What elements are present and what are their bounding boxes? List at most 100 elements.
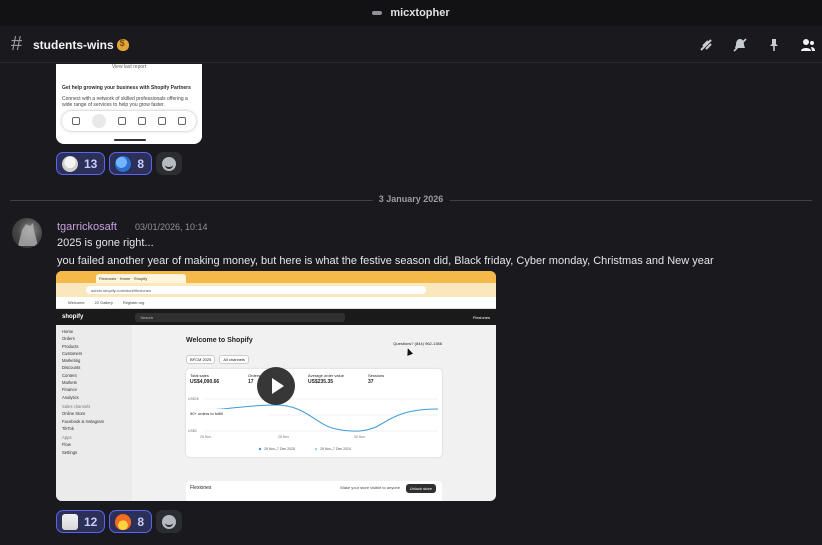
sidebar-item: Settings <box>62 449 78 455</box>
reaction-count: 13 <box>84 156 98 171</box>
x-tick: 30 Nov <box>354 435 365 439</box>
sidebar-item: Orders <box>62 336 75 342</box>
sidebar-item: Analytics <box>62 394 79 400</box>
x-tick: 28 Nov <box>278 435 289 439</box>
store-footer-card: Flexiones Make your store visible to any… <box>186 481 442 501</box>
unlock-store-button: Unlock store <box>405 484 436 493</box>
shopify-sidebar: Home Orders Products Customers Marketing… <box>56 325 132 501</box>
globe-icon <box>115 155 132 172</box>
shopify-topbar: shopify Search Flexiones <box>56 309 496 325</box>
orders-to-fulfill: 50+ orders to fulfill <box>186 409 268 419</box>
sidebar-item: Finance <box>62 387 77 393</box>
sidebar-item: Content <box>62 372 77 378</box>
filter-chip: All channels <box>219 355 249 364</box>
reaction-globe[interactable]: 8 <box>109 152 153 175</box>
mute-icon[interactable] <box>730 35 750 55</box>
sidebar-item: Discounts <box>62 365 81 371</box>
avatar[interactable] <box>12 218 42 248</box>
y-tick: US$0 <box>188 429 197 433</box>
threads-icon[interactable] <box>696 35 716 55</box>
channel-name: students-wins <box>33 37 114 52</box>
members-icon[interactable] <box>798 35 818 55</box>
add-reaction-button[interactable] <box>156 510 183 533</box>
reaction-count: 12 <box>84 514 98 529</box>
attachment-title: Get help growing your business with Shop… <box>62 85 191 91</box>
previous-attachment-image[interactable]: View last report Get help growing your b… <box>56 64 202 144</box>
message-text-line-2: you failed another year of making money,… <box>57 255 714 267</box>
shopify-logo: shopify <box>62 314 84 320</box>
metric-label: Average order value <box>308 373 344 378</box>
bookmark: Welcome <box>68 300 85 305</box>
sidebar-item: Customers <box>62 350 83 356</box>
reaction-skull[interactable]: 13 <box>56 152 106 175</box>
browser-tab: Flexiones · Home · Shopify <box>96 274 186 283</box>
add-reaction-icon <box>162 514 177 529</box>
inbox-icon <box>118 117 126 125</box>
browser-url-bar: admin.shopify.com/store/flexiones <box>56 283 496 297</box>
metric-label: Total sales <box>190 373 209 378</box>
home-icon <box>92 114 106 128</box>
metric-value: US$235.35 <box>308 379 334 385</box>
reaction-fire[interactable]: 8 <box>109 510 153 533</box>
sidebar-item: Online Store <box>62 411 86 417</box>
message-author[interactable]: tgarrickosaft <box>57 221 117 233</box>
shopify-search: Search <box>135 312 346 322</box>
browser-url: admin.shopify.com/store/flexiones <box>86 286 426 294</box>
channel-hash-icon: # <box>11 33 23 55</box>
sales-line-chart: US$2K US$1K US$0 26 Nov 28 Nov 30 Nov 26… <box>188 397 439 451</box>
sidebar-item: Flow <box>62 442 71 448</box>
message-timestamp: 03/01/2026, 10:14 <box>135 222 208 232</box>
shopify-store-name: Flexiones <box>472 314 490 320</box>
goat-icon <box>62 513 78 530</box>
bookmarks-bar: Welcome 22 Gallery Register.org <box>56 297 496 309</box>
sidebar-item: TikTok <box>62 425 74 431</box>
shopify-questions: Questions? (844) 962-1366 <box>393 341 442 346</box>
sidebar-item: Home <box>62 329 74 334</box>
legend-label: 26 Nov–7 Dec 2024 <box>320 447 351 451</box>
legend-marker <box>314 447 318 451</box>
message-reactions: 12 8 <box>56 510 183 533</box>
bookmark: 22 Gallery <box>94 300 113 305</box>
search-icon <box>72 117 80 125</box>
sidebar-item: Marketing <box>62 358 81 364</box>
channel-header: # students-wins <box>0 27 822 63</box>
date-divider: 3 January 2026 <box>10 194 812 204</box>
window-username: micxtopher <box>390 7 450 19</box>
channel-toolbar <box>696 35 818 55</box>
browser-tabs: Flexiones · Home · Shopify <box>56 271 496 283</box>
sidebar-item: Facebook & Instagram <box>62 418 105 424</box>
date-divider-label: 3 January 2026 <box>372 194 450 204</box>
message-text-line-1: 2025 is gone right... <box>57 237 154 249</box>
window-handle-icon <box>372 11 383 15</box>
legend-marker <box>258 447 262 451</box>
reaction-goat[interactable]: 12 <box>56 510 106 533</box>
shopify-filter-chips: BFCM 2025 All channels <box>186 355 249 364</box>
sidebar-header: Sales channels <box>62 403 91 409</box>
legend-label: 26 Nov–7 Dec 2025 <box>264 447 295 451</box>
home-indicator <box>114 139 146 141</box>
list-icon <box>158 117 166 125</box>
sidebar-item: Products <box>62 343 79 349</box>
add-reaction-icon <box>162 156 177 171</box>
filter-chip: BFCM 2025 <box>186 355 216 364</box>
bookmark: Register.org <box>122 300 145 305</box>
y-tick: US$2K <box>188 397 200 401</box>
pin-icon[interactable] <box>764 35 784 55</box>
window-titlebar: micxtopher <box>0 0 822 26</box>
fire-icon <box>115 513 132 530</box>
metric-value: US$4,090.66 <box>190 379 220 385</box>
store-footer-name: Flexiones <box>190 485 212 491</box>
metric-value: 17 <box>248 379 254 385</box>
add-reaction-button[interactable] <box>156 152 183 175</box>
sidebar-item: Markets <box>62 380 77 386</box>
video-play-button[interactable] <box>257 367 295 405</box>
previous-reactions: 13 8 <box>56 152 183 175</box>
reaction-count: 8 <box>137 514 145 529</box>
skull-icon <box>62 155 78 172</box>
metric-value: 37 <box>368 379 374 385</box>
attachment-bottom-nav <box>62 111 196 131</box>
attachment-body: Connect with a network of skilled profes… <box>62 96 188 108</box>
attachment-top-text: View last report <box>111 64 147 70</box>
metric-label: Sessions <box>368 373 385 378</box>
x-tick: 26 Nov <box>200 435 211 439</box>
